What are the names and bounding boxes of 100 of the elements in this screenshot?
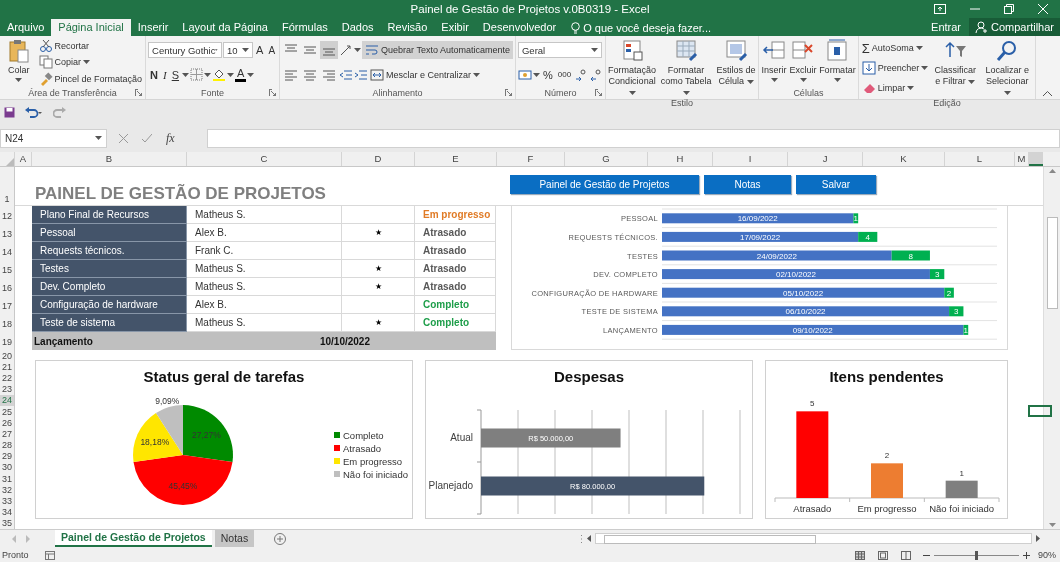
row-header[interactable]: 13 bbox=[0, 224, 14, 242]
column-header[interactable]: H bbox=[648, 152, 713, 166]
row-header[interactable]: 19 bbox=[0, 332, 14, 350]
row-header[interactable]: 26 bbox=[0, 417, 14, 429]
save-icon[interactable] bbox=[4, 106, 15, 118]
zoom-level[interactable]: 90% bbox=[1038, 550, 1056, 560]
scrollbar-thumb[interactable] bbox=[604, 535, 816, 544]
ribbon-button[interactable]: Classificar e Filtrar bbox=[931, 38, 980, 98]
fill-button[interactable]: Preencher bbox=[860, 60, 930, 77]
row-header[interactable]: 12 bbox=[0, 206, 14, 224]
font-name-field[interactable]: Century Gothic bbox=[148, 42, 223, 59]
scroll-left-icon[interactable] bbox=[587, 535, 591, 542]
row-header[interactable]: 33 bbox=[0, 495, 14, 507]
row-header[interactable]: 16 bbox=[0, 278, 14, 296]
nav-button[interactable]: Notas bbox=[704, 175, 791, 194]
row-header[interactable]: 29 bbox=[0, 450, 14, 462]
percent-button[interactable]: % bbox=[541, 68, 555, 81]
check-icon[interactable] bbox=[142, 133, 152, 143]
copy-button[interactable]: Copiar bbox=[37, 54, 144, 71]
cut-button[interactable]: Recortar bbox=[37, 38, 144, 55]
column-header[interactable]: B bbox=[32, 152, 187, 166]
row-header[interactable]: 25 bbox=[0, 405, 14, 418]
dialog-launcher-icon[interactable] bbox=[135, 89, 143, 96]
undo-icon[interactable] bbox=[25, 106, 43, 118]
merge-center-button[interactable]: Mesclar e Centralizar bbox=[369, 66, 482, 83]
zoom-in-icon[interactable] bbox=[1023, 551, 1030, 559]
ribbon-tab[interactable]: Exibir bbox=[434, 19, 476, 36]
ribbon-button[interactable]: Formatar bbox=[819, 38, 856, 87]
column-header[interactable]: G bbox=[565, 152, 648, 166]
sheet-tab[interactable]: Notas bbox=[214, 529, 255, 547]
row-header[interactable]: 30 bbox=[0, 461, 14, 474]
row-header[interactable]: 28 bbox=[0, 439, 14, 451]
format-painter-button[interactable]: Pincel de Formatação bbox=[37, 70, 144, 87]
italic-button[interactable]: I bbox=[161, 68, 169, 81]
row-header[interactable]: 18 bbox=[0, 314, 14, 332]
ribbon-tab[interactable]: Layout da Página bbox=[175, 19, 275, 36]
row-header[interactable]: 17 bbox=[0, 296, 14, 314]
close-icon[interactable] bbox=[1038, 4, 1048, 14]
ribbon-button[interactable]: Excluir bbox=[789, 38, 818, 87]
column-header[interactable]: D bbox=[342, 152, 415, 166]
normal-view-icon[interactable] bbox=[855, 550, 865, 560]
collapse-ribbon-icon[interactable] bbox=[1043, 91, 1052, 96]
row-header[interactable]: 1 bbox=[0, 167, 14, 206]
paste-button[interactable]: Colar bbox=[2, 38, 36, 87]
scroll-up-icon[interactable] bbox=[1048, 169, 1056, 173]
ribbon-tab[interactable]: Desenvolvedor bbox=[475, 19, 564, 36]
thousands-button[interactable]: 000 bbox=[555, 70, 574, 80]
ribbon-button[interactable]: Inserir bbox=[761, 38, 788, 87]
column-header[interactable]: F bbox=[497, 152, 565, 166]
name-box[interactable]: N24 bbox=[0, 128, 107, 148]
column-header[interactable] bbox=[1029, 152, 1043, 166]
dialog-launcher-icon[interactable] bbox=[505, 89, 512, 96]
font-size-field[interactable]: 10 bbox=[223, 42, 254, 59]
row-header[interactable]: 24 bbox=[0, 394, 14, 406]
ribbon-button[interactable]: Estilos de Célula bbox=[716, 38, 757, 98]
page-break-icon[interactable] bbox=[901, 550, 911, 560]
ribbon-display-icon[interactable] bbox=[934, 4, 946, 14]
ribbon-button[interactable]: Formatar como Tabela bbox=[658, 38, 715, 98]
row-header[interactable]: 35 bbox=[0, 517, 14, 529]
nav-button[interactable]: Salvar bbox=[796, 175, 876, 194]
ribbon-tab[interactable]: Página Inicial bbox=[51, 19, 131, 36]
bottom-align-button[interactable] bbox=[320, 41, 339, 60]
ribbon-tab[interactable]: Inserir bbox=[130, 19, 176, 36]
tell-me-field[interactable]: O que você deseja fazer... bbox=[571, 19, 712, 36]
ribbon-tab[interactable]: Revisão bbox=[380, 19, 435, 36]
scroll-down-icon[interactable] bbox=[1048, 523, 1056, 527]
font-color-button[interactable]: A bbox=[235, 67, 247, 82]
row-header[interactable]: 32 bbox=[0, 484, 14, 496]
row-header[interactable]: 22 bbox=[0, 372, 14, 384]
ribbon-button[interactable]: Localizar e Selecionar bbox=[981, 38, 1034, 98]
splitter-icon[interactable] bbox=[580, 533, 583, 544]
autosum-button[interactable]: Σ AutoSoma bbox=[860, 39, 930, 57]
restore-icon[interactable] bbox=[1004, 4, 1014, 14]
formula-input[interactable] bbox=[207, 128, 1060, 148]
underline-button[interactable]: S bbox=[169, 68, 182, 81]
macro-record-icon[interactable] bbox=[44, 550, 55, 560]
row-header[interactable]: 20 bbox=[0, 350, 14, 362]
number-format-field[interactable]: Geral bbox=[518, 42, 602, 59]
column-header[interactable]: K bbox=[863, 152, 945, 166]
ribbon-tab[interactable]: Fórmulas bbox=[274, 19, 335, 36]
row-header[interactable]: 31 bbox=[0, 473, 14, 485]
share-button[interactable]: Compartilhar bbox=[969, 18, 1060, 36]
column-header[interactable]: A bbox=[15, 152, 32, 166]
sign-in-link[interactable]: Entrar bbox=[923, 19, 970, 36]
ribbon-button[interactable]: Formatação Condicional bbox=[608, 38, 657, 98]
row-header[interactable]: 23 bbox=[0, 383, 14, 395]
scrollbar-thumb[interactable] bbox=[1046, 217, 1058, 309]
row-header[interactable]: 27 bbox=[0, 428, 14, 440]
zoom-slider-thumb[interactable] bbox=[974, 550, 978, 560]
ribbon-tab[interactable]: Arquivo bbox=[0, 19, 52, 36]
row-header[interactable]: 34 bbox=[0, 506, 14, 518]
shrink-font-button[interactable]: A bbox=[266, 44, 278, 56]
dialog-launcher-icon[interactable] bbox=[269, 89, 277, 96]
page-layout-icon[interactable] bbox=[878, 550, 888, 560]
nav-button[interactable]: Painel de Gestão de Projetos bbox=[510, 175, 699, 194]
column-header[interactable]: L bbox=[945, 152, 1015, 166]
column-header[interactable]: J bbox=[788, 152, 863, 166]
insert-function-button[interactable]: fx bbox=[166, 130, 175, 146]
ribbon-tab[interactable]: Dados bbox=[334, 19, 381, 36]
clear-button[interactable]: Limpar bbox=[860, 80, 930, 97]
